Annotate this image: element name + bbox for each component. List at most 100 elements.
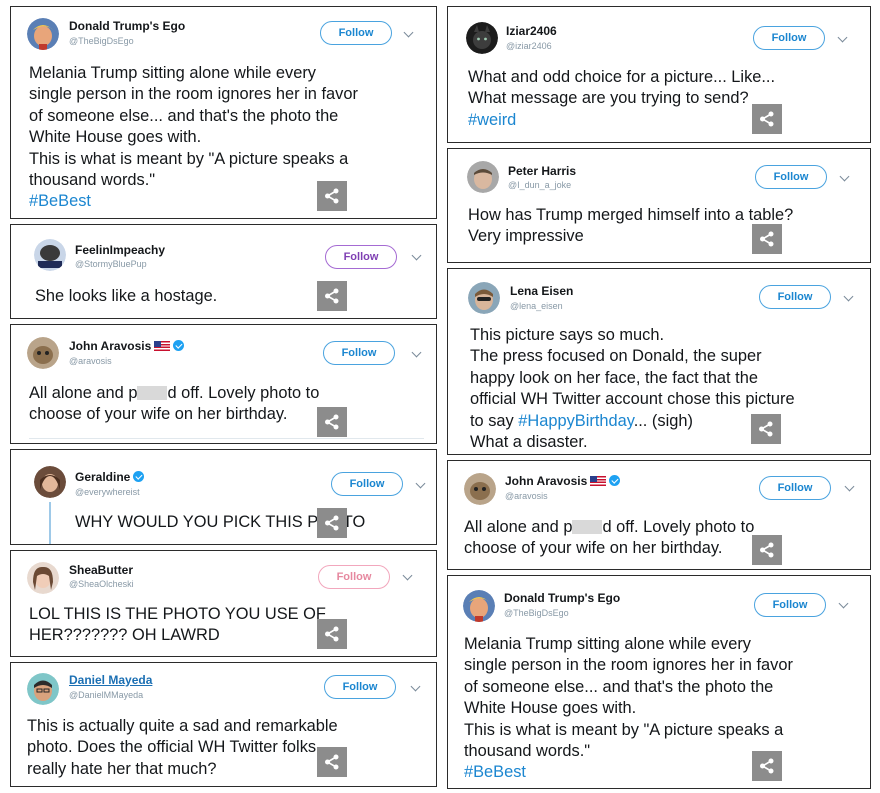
avatar[interactable] <box>468 282 500 314</box>
redaction-block <box>137 386 168 400</box>
redaction-block <box>572 520 603 534</box>
chevron-down-icon[interactable] <box>411 347 422 358</box>
tweet-card: SheaButter @SheaOlcheski Follow LOL THIS… <box>10 550 437 657</box>
display-name[interactable]: SheaButter <box>69 563 133 577</box>
thread-line <box>49 502 51 544</box>
share-icon <box>325 414 339 430</box>
verified-badge-icon <box>173 340 185 351</box>
user-handle[interactable]: @I_dun_a_joke <box>508 180 571 190</box>
display-name[interactable]: John Aravosis <box>505 474 621 488</box>
share-button[interactable] <box>752 751 782 781</box>
chevron-down-icon[interactable] <box>411 250 422 261</box>
tweet-text: All alone and pd off. Lovely photo to ch… <box>29 383 429 426</box>
display-name-text[interactable]: Geraldine <box>75 470 130 484</box>
share-button[interactable] <box>751 414 781 444</box>
follow-button[interactable]: Follow <box>320 21 392 45</box>
display-name-text[interactable]: John Aravosis <box>505 474 587 488</box>
tweet-text: This is actually quite a sad and remarka… <box>27 717 338 778</box>
display-name[interactable]: Donald Trump's Ego <box>504 591 620 605</box>
user-handle[interactable]: @StormyBluePup <box>75 259 147 269</box>
avatar[interactable] <box>463 590 495 622</box>
verified-badge-icon <box>609 475 621 486</box>
tweet-text-before: All alone and p <box>464 518 573 536</box>
us-flag-icon <box>154 341 171 351</box>
hashtag-link[interactable]: #HappyBirthday <box>518 412 633 430</box>
chevron-down-icon[interactable] <box>838 598 849 609</box>
chevron-down-icon[interactable] <box>402 570 413 581</box>
share-button[interactable] <box>752 104 782 134</box>
share-button[interactable] <box>317 619 347 649</box>
avatar[interactable] <box>27 18 59 50</box>
tweet-card: Geraldine @everywhereist Follow WHY WOUL… <box>10 449 437 545</box>
user-handle[interactable]: @lena_eisen <box>510 301 563 311</box>
share-button[interactable] <box>317 508 347 538</box>
follow-button[interactable]: Follow <box>753 26 825 50</box>
user-handle[interactable]: @DanielMMayeda <box>69 690 143 700</box>
share-button[interactable] <box>317 407 347 437</box>
follow-button[interactable]: Follow <box>759 476 831 500</box>
avatar[interactable] <box>27 562 59 594</box>
follow-button[interactable]: Follow <box>325 245 397 269</box>
display-name[interactable]: Iziar2406 <box>506 24 557 38</box>
user-handle[interactable]: @aravosis <box>69 356 112 366</box>
user-handle[interactable]: @TheBigDsEgo <box>69 36 134 46</box>
chevron-down-icon[interactable] <box>843 291 854 302</box>
hashtag-link[interactable]: #BeBest <box>29 192 91 210</box>
share-button[interactable] <box>317 747 347 777</box>
share-icon <box>325 515 339 531</box>
tweet-card: Donald Trump's Ego @TheBigDsEgo Follow M… <box>10 6 437 219</box>
chevron-down-icon[interactable] <box>844 481 855 492</box>
user-handle[interactable]: @iziar2406 <box>506 41 552 51</box>
chevron-down-icon[interactable] <box>837 32 848 43</box>
user-handle[interactable]: @TheBigDsEgo <box>504 608 569 618</box>
share-button[interactable] <box>752 224 782 254</box>
share-button[interactable] <box>317 181 347 211</box>
avatar[interactable] <box>27 673 59 705</box>
chevron-down-icon[interactable] <box>410 681 421 692</box>
display-name-text[interactable]: John Aravosis <box>69 339 151 353</box>
avatar[interactable] <box>464 473 496 505</box>
follow-button[interactable]: Follow <box>754 593 826 617</box>
tweet-text-before: All alone and p <box>29 384 138 402</box>
avatar[interactable] <box>467 161 499 193</box>
follow-button[interactable]: Follow <box>324 675 396 699</box>
display-name[interactable]: Peter Harris <box>508 164 576 178</box>
share-icon <box>760 111 774 127</box>
user-handle[interactable]: @everywhereist <box>75 487 140 497</box>
chevron-down-icon[interactable] <box>403 27 414 38</box>
display-name[interactable]: Daniel Mayeda <box>69 673 152 687</box>
avatar[interactable] <box>466 22 498 54</box>
follow-button[interactable]: Follow <box>331 472 403 496</box>
follow-button[interactable]: Follow <box>323 341 395 365</box>
avatar[interactable] <box>34 466 66 498</box>
share-icon <box>759 421 773 437</box>
tweet-text: She looks like a hostage. <box>35 287 218 305</box>
avatar[interactable] <box>34 239 66 271</box>
user-handle[interactable]: @aravosis <box>505 491 548 501</box>
hashtag-link[interactable]: #weird <box>468 111 516 129</box>
avatar[interactable] <box>27 337 59 369</box>
share-button[interactable] <box>317 281 347 311</box>
follow-button[interactable]: Follow <box>759 285 831 309</box>
display-name[interactable]: Lena Eisen <box>510 284 573 298</box>
display-name[interactable]: Geraldine <box>75 470 145 484</box>
tweet-text: All alone and pd off. Lovely photo to ch… <box>464 517 864 560</box>
chevron-down-icon[interactable] <box>839 171 850 182</box>
tweet-card: Donald Trump's Ego @TheBigDsEgo Follow M… <box>447 575 871 789</box>
follow-button[interactable]: Follow <box>755 165 827 189</box>
share-button[interactable] <box>752 535 782 565</box>
divider <box>29 438 424 439</box>
hashtag-link[interactable]: #BeBest <box>464 763 526 781</box>
follow-button[interactable]: Follow <box>318 565 390 589</box>
chevron-down-icon[interactable] <box>415 478 426 489</box>
display-name[interactable]: FeelinImpeachy <box>75 243 165 257</box>
display-name[interactable]: Donald Trump's Ego <box>69 19 185 33</box>
share-icon <box>325 188 339 204</box>
tweet-card: John Aravosis @aravosis Follow All alone… <box>10 324 437 444</box>
display-name[interactable]: John Aravosis <box>69 339 185 353</box>
tweet-card: Iziar2406 @iziar2406 Follow What and odd… <box>447 6 871 143</box>
tweet-text: LOL THIS IS THE PHOTO YOU USE OF HER????… <box>29 605 326 645</box>
tweet-text: How has Trump merged himself into a tabl… <box>468 206 794 246</box>
user-handle[interactable]: @SheaOlcheski <box>69 579 134 589</box>
tweet-card: FeelinImpeachy @StormyBluePup Follow She… <box>10 224 437 319</box>
